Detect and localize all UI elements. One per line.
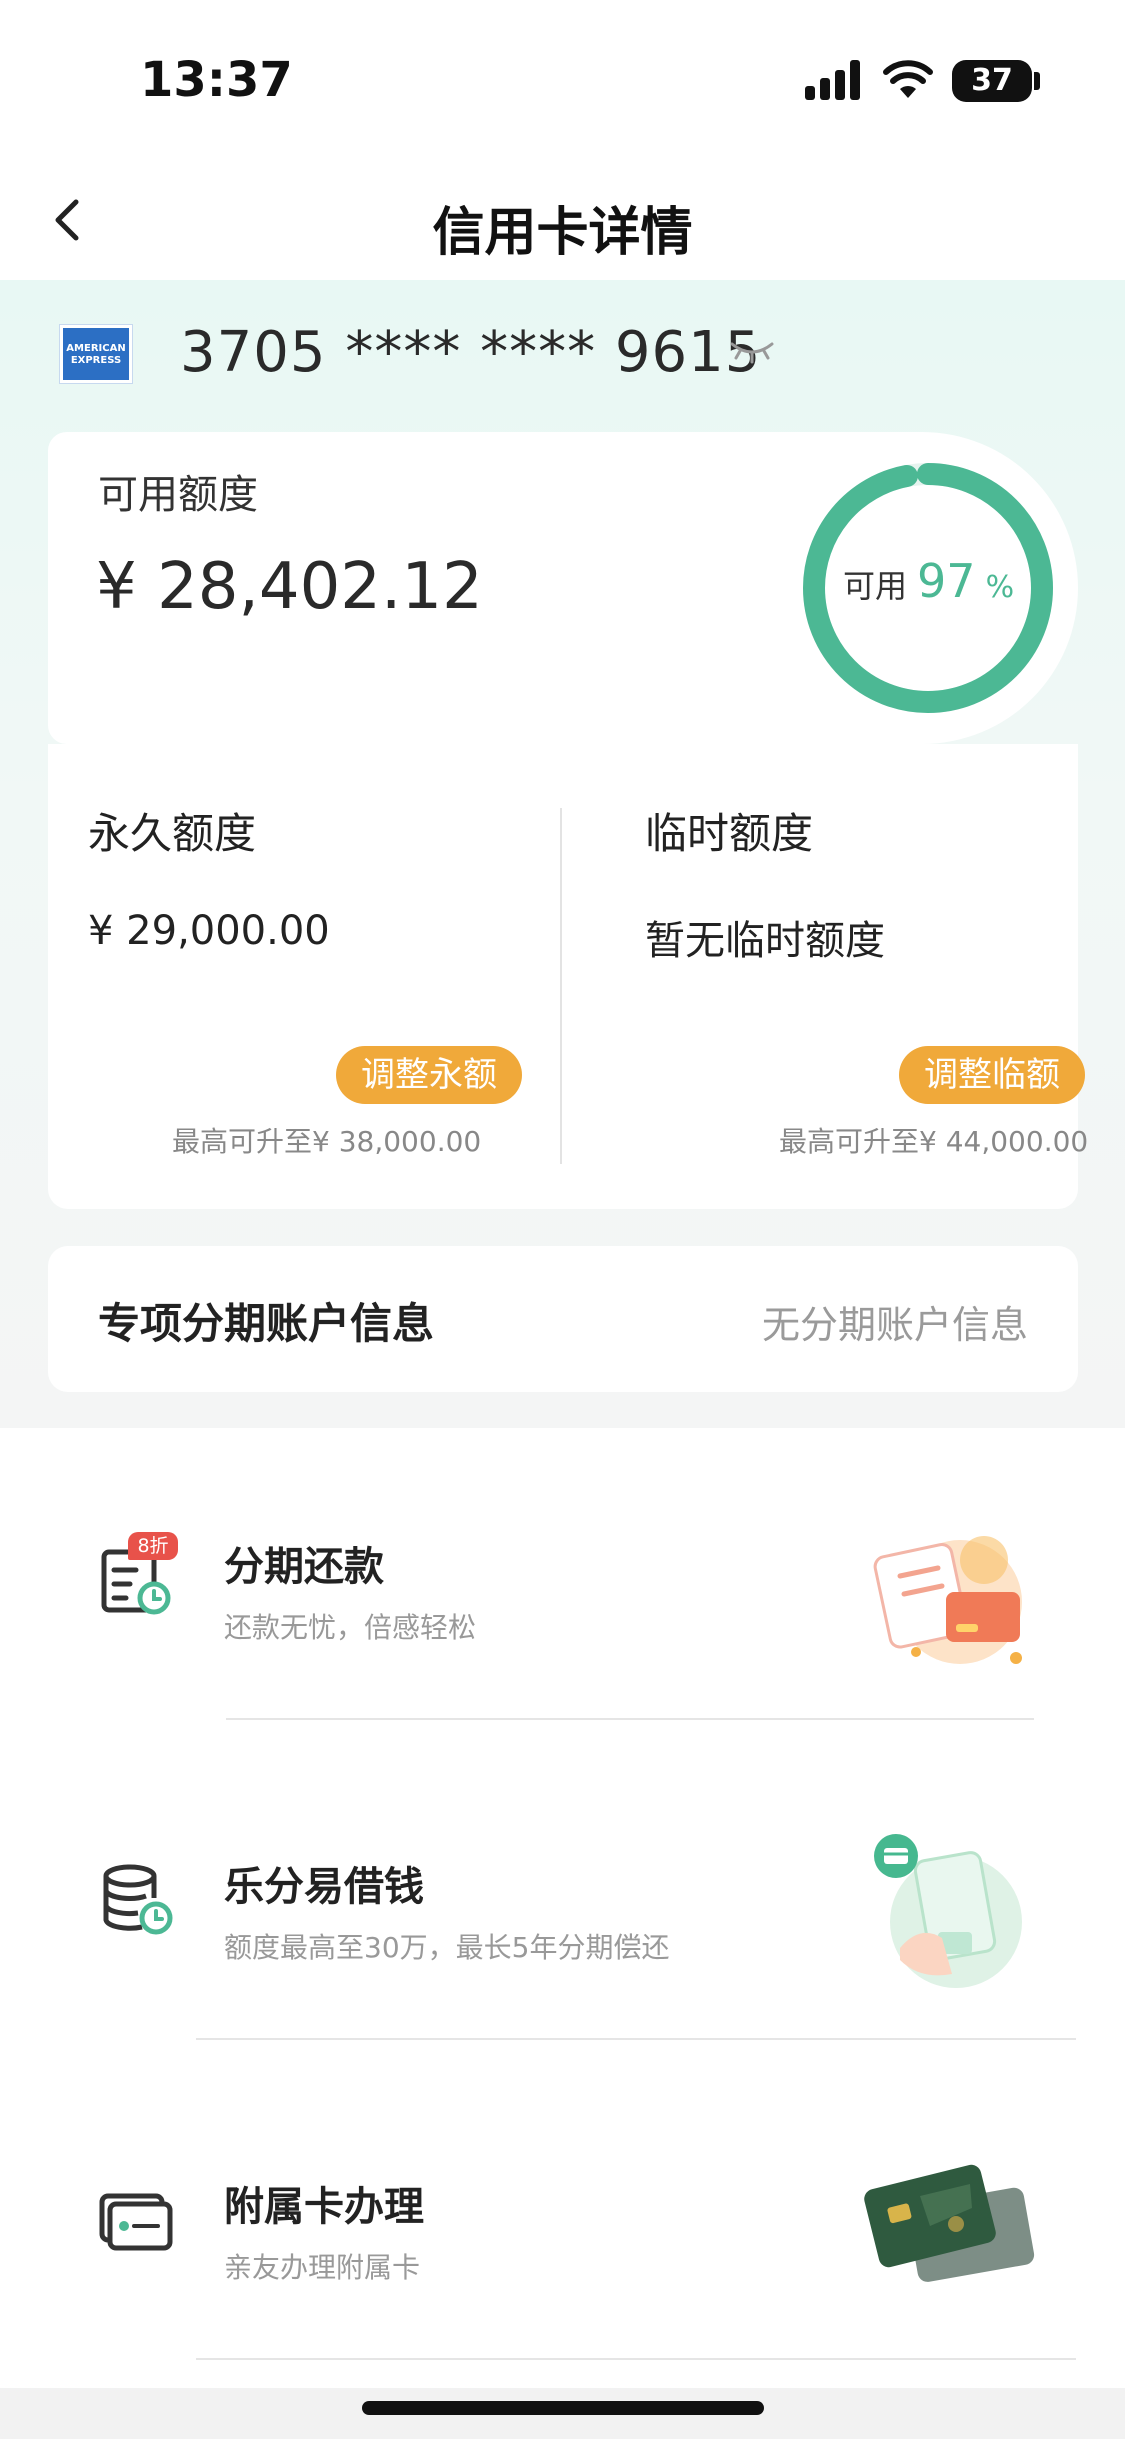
adjust-temporary-limit-button[interactable]: 调整临额: [899, 1046, 1085, 1104]
separator: [196, 2358, 1076, 2360]
temporary-limit-title: 临时额度: [645, 809, 814, 858]
available-credit-label: 可用额度: [98, 472, 258, 518]
coin-stack-clock-icon: [103, 1864, 173, 1935]
repayment-illustration: [873, 1536, 1022, 1664]
wifi-icon: [883, 60, 933, 98]
service-title: 附属卡办理: [224, 2184, 424, 2230]
temporary-limit-value: 暂无临时额度: [645, 918, 885, 964]
limit-divider: [560, 808, 562, 1164]
service-title: 分期还款: [224, 1544, 384, 1590]
installment-account-title: 专项分期账户信息: [98, 1299, 435, 1348]
hidden-eye-icon[interactable]: [728, 338, 776, 368]
service-subtitle: 额度最高至30万，最长5年分期偿还: [224, 1931, 670, 1964]
card-number-row: AMERICAN EXPRESS 3705 **** **** 9615: [0, 320, 1125, 390]
permanent-limit-title: 永久额度: [88, 809, 257, 858]
cellular-signal-icon: [805, 60, 865, 100]
installment-account-row[interactable]: 专项分期账户信息 无分期账户信息: [48, 1246, 1078, 1392]
permanent-limit-value: ¥ 29,000.00: [88, 908, 330, 954]
temporary-limit-section: 临时额度 暂无临时额度 调整临额 最高可升至¥ 44,000.00: [645, 800, 1115, 1180]
available-credit-card: 可用额度 ¥ 28,402.12 可用 97 %: [48, 432, 1078, 744]
battery-tip: [1034, 72, 1040, 90]
service-item-supplementary-card[interactable]: 附属卡办理 亲友办理附属卡: [0, 2068, 1125, 2388]
percent-unit: %: [985, 570, 1015, 605]
permanent-limit-section: 永久额度 ¥ 29,000.00 调整永额 最高可升至¥ 38,000.00: [88, 800, 558, 1180]
service-list: 8折 分期还款 还款无忧，倍感轻松 乐分易借钱 额度最高至30万，最长5年分期偿…: [0, 1428, 1125, 2388]
status-bar: 13:37 37: [0, 0, 1125, 150]
ring-caption: 可用: [843, 567, 908, 605]
page: 13:37 37 信用卡详情 AMERICAN EXPRESS 3705 ***…: [0, 0, 1125, 2439]
status-time: 13:37: [140, 52, 293, 108]
service-item-installment-repayment[interactable]: 8折 分期还款 还款无忧，倍感轻松: [0, 1428, 1125, 1748]
amex-logo: AMERICAN EXPRESS: [59, 324, 133, 384]
service-subtitle: 还款无忧，倍感轻松: [224, 1611, 477, 1644]
separator: [196, 2038, 1076, 2040]
card-icon: [99, 2193, 173, 2251]
page-title: 信用卡详情: [432, 203, 693, 263]
battery-icon: 37: [952, 60, 1032, 102]
home-indicator[interactable]: [362, 2401, 764, 2415]
available-percent-label: 可用 97 %: [843, 554, 1043, 608]
supplementary-card-illustration: [864, 2164, 1035, 2282]
discount-badge: 8折: [128, 1532, 178, 1560]
credit-limit-card: 永久额度 ¥ 29,000.00 调整永额 最高可升至¥ 38,000.00 临…: [48, 744, 1088, 1209]
nav-bar: 信用卡详情: [0, 160, 1125, 280]
card-number: 3705 **** **** 9615: [180, 320, 762, 385]
adjust-permanent-limit-button[interactable]: 调整永额: [336, 1046, 522, 1104]
loan-illustration: [874, 1834, 1022, 1988]
available-percent-value: 97: [917, 554, 976, 608]
service-item-lefenyi-loan[interactable]: 乐分易借钱 额度最高至30万，最长5年分期偿还: [0, 1748, 1125, 2068]
separator: [226, 1718, 1034, 1720]
service-title: 乐分易借钱: [224, 1864, 424, 1910]
service-subtitle: 亲友办理附属卡: [224, 2251, 421, 2284]
temporary-limit-hint: 最高可升至¥ 44,000.00: [779, 1125, 1089, 1158]
installment-account-value: 无分期账户信息: [761, 1303, 1028, 1347]
permanent-limit-hint: 最高可升至¥ 38,000.00: [172, 1125, 482, 1158]
available-credit-amount: ¥ 28,402.12: [96, 550, 483, 624]
